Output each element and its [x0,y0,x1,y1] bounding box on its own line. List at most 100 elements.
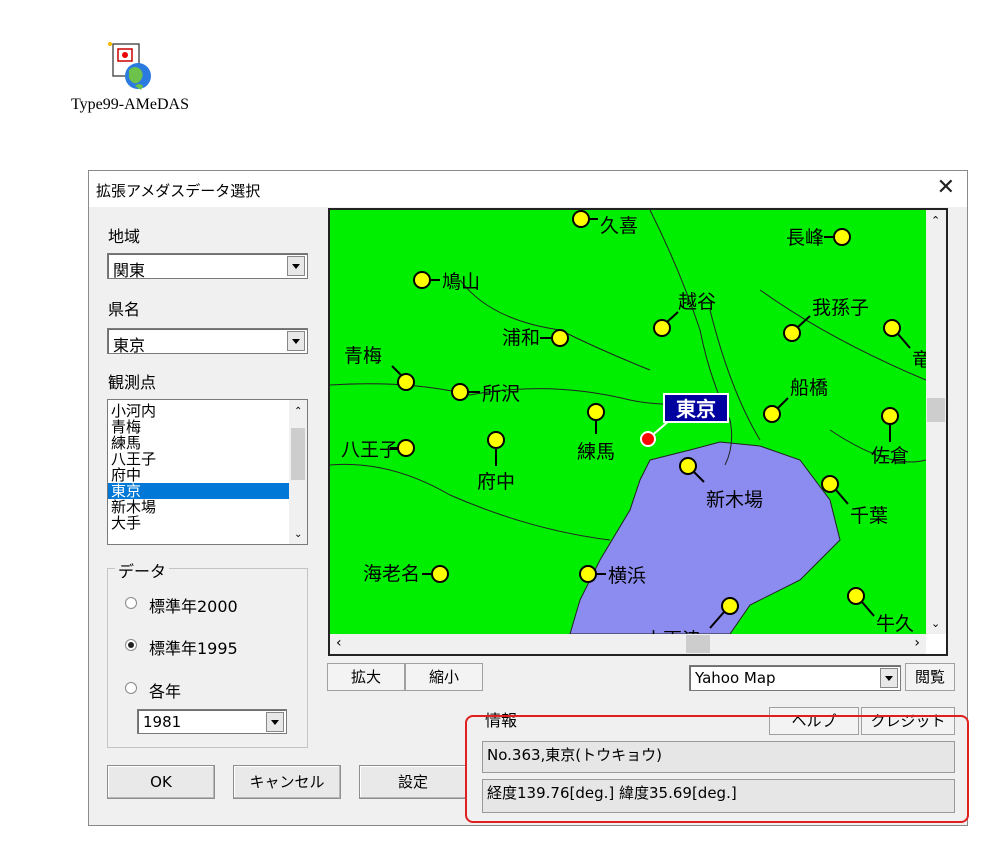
year-value: 1981 [143,713,182,731]
highlight-box [465,715,969,823]
station-marker[interactable] [397,439,415,457]
station-map-label: 海老名 [363,563,420,585]
station-map-label: 佐倉 [871,445,909,467]
map-hscrollbar[interactable]: ‹ › [330,634,926,654]
scroll-up-icon[interactable]: ⌃ [294,406,302,417]
station-marker[interactable] [579,565,597,583]
cancel-button[interactable]: キャンセル [233,765,341,799]
radio-std1995-label: 標準年1995 [149,639,238,658]
station-map-label: 横浜 [608,565,646,587]
station-map-label: 久喜 [600,215,638,237]
station-marker[interactable] [397,373,415,391]
station-list-item[interactable]: 府中 [108,467,289,483]
year-select[interactable]: 1981 [137,709,287,734]
station-marker[interactable] [551,329,569,347]
radio-button[interactable] [125,682,137,694]
chevron-down-icon[interactable] [287,331,305,351]
map-canvas[interactable]: 久喜長峰鳩山越谷 我孫子浦和青梅所沢 船橋練馬 八王子府中 佐倉新木場千葉海老名 横浜牛久… [330,210,926,634]
map-panel[interactable]: 久喜 長峰 鳩山 越谷 我孫子 浦和 青梅 所沢 船橋 練馬 八王子 府中 佐倉 新木場 千葉 海老名 横浜 牛久… [328,208,948,656]
station-marker[interactable] [783,324,801,342]
scroll-left-icon[interactable]: ‹ [336,635,342,651]
station-map-label: 船橋 [790,377,828,399]
river [330,463,611,541]
station-leader-line [861,601,875,617]
chevron-down-icon[interactable] [880,668,898,688]
station-list-scrollbar[interactable]: ⌃ ⌄ [289,400,307,544]
radio-std2000-label: 標準年2000 [149,597,238,616]
scroll-thumb[interactable] [927,398,945,422]
station-map-label: 新木場 [706,489,763,511]
radio-std1995[interactable]: 標準年1995 [125,635,295,658]
station-marker[interactable] [451,383,469,401]
station-map-label: 越谷 [678,291,716,313]
region-label: 地域 [108,227,141,246]
radio-button[interactable] [125,597,137,609]
station-list-item[interactable]: 青梅 [108,419,289,435]
station-map-label: 八王子 [341,439,398,461]
station-marker[interactable] [833,228,851,246]
station-map-label: 長峰 [786,227,824,249]
station-leader-line [835,489,849,505]
station-marker[interactable] [763,405,781,423]
prefecture-select[interactable]: 東京 [107,328,308,355]
station-list-item[interactable]: 小河内 [108,403,289,419]
station-marker[interactable] [487,431,505,449]
map-vscrollbar[interactable]: ⌃ ⌄ [926,210,946,634]
chevron-down-icon[interactable] [266,712,284,732]
station-map-label: 千葉 [850,505,888,527]
station-map-label: 練馬 [577,441,615,463]
radio-each-year-label: 各年 [149,682,182,701]
selected-station-label: 東京 [676,397,716,421]
station-list-item[interactable]: 新木場 [108,499,289,515]
station-leader-line [897,333,911,349]
station-marker[interactable] [881,407,899,425]
region-value: 関東 [113,261,146,280]
zoom-in-button[interactable]: 拡大 [327,663,405,691]
station-marker[interactable] [721,597,739,615]
close-icon[interactable]: ✕ [937,175,955,200]
station-marker[interactable] [431,565,449,583]
station-marker[interactable] [587,403,605,421]
station-leader-line [777,397,789,409]
ok-button[interactable]: OK [107,765,215,799]
map-view[interactable]: 久喜 長峰 鳩山 越谷 我孫子 浦和 青梅 所沢 船橋 練馬 八王子 府中 佐倉 新木場 千葉 海老名 横浜 牛久… [330,210,926,634]
scroll-down-icon[interactable]: ⌄ [294,529,302,540]
station-marker[interactable] [572,210,590,228]
station-listbox[interactable]: 小河内 青梅 練馬 八王子 府中 東京 新木場 大手 ⌃ ⌄ [107,399,308,545]
scroll-right-icon[interactable]: › [914,635,920,651]
region-select[interactable]: 関東 [107,253,308,280]
scroll-thumb[interactable] [291,428,305,480]
title-bar: 拡張アメダスデータ選択 ✕ [89,171,967,207]
river [459,279,651,371]
radio-button-selected[interactable] [125,639,137,651]
radio-std2000[interactable]: 標準年2000 [125,593,295,616]
zoom-out-button[interactable]: 縮小 [405,663,483,691]
station-marker[interactable] [883,319,901,337]
station-map-label: 牛久 [876,613,914,634]
scroll-up-icon[interactable]: ⌃ [931,214,940,227]
stations-label: 観測点 [108,373,157,392]
station-marker[interactable] [653,319,671,337]
settings-button[interactable]: 設定 [359,765,467,799]
station-list-item[interactable]: 八王子 [108,451,289,467]
scroll-down-icon[interactable]: ⌄ [931,617,940,630]
scroll-thumb[interactable] [686,635,710,653]
station-marker[interactable] [847,587,865,605]
station-map-label: 鳩山 [442,271,480,293]
station-map-label: 竜 [912,349,926,371]
station-marker[interactable] [821,475,839,493]
view-button[interactable]: 閲覧 [905,663,955,691]
map-source-select[interactable]: Yahoo Map [689,665,901,691]
station-list-item[interactable]: 練馬 [108,435,289,451]
radio-each-year[interactable]: 各年 [125,678,295,701]
station-map-label: 浦和 [502,327,540,349]
station-list-item[interactable]: 東京 [108,483,289,499]
data-group-label: データ [115,558,170,582]
chevron-down-icon[interactable] [287,256,305,276]
station-list-item[interactable]: 大手 [108,515,289,531]
desktop-shortcut[interactable]: Type99-AMeDAS [55,38,205,114]
selected-station-marker [640,431,656,447]
station-marker[interactable] [679,457,697,475]
station-marker[interactable] [413,271,431,289]
tokyo-bay [569,441,841,634]
